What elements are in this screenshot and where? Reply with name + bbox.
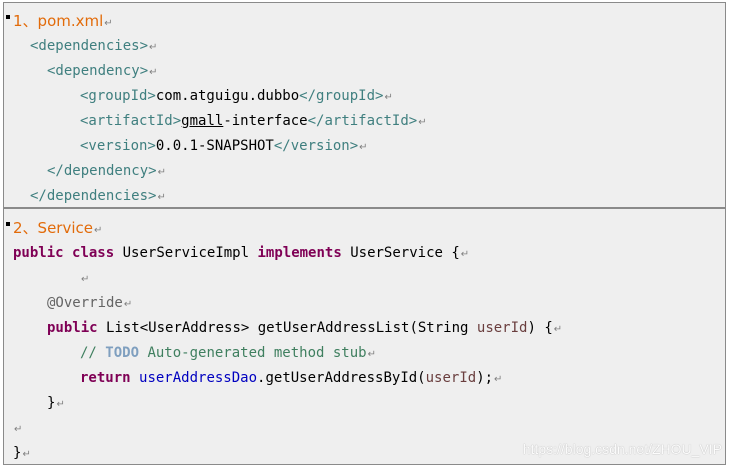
code-line-blank: ↵	[14, 424, 23, 435]
section1-title: 1、pom.xml↵	[13, 12, 113, 30]
code-line-annotation: @Override↵	[47, 295, 133, 311]
xml-line-dependency-close: </dependency>↵	[47, 163, 166, 179]
xml-line-dependencies-open: <dependencies>↵	[30, 38, 158, 54]
bullet-marker	[6, 15, 10, 19]
code-line-close-class: }↵	[13, 445, 31, 461]
xml-line-version: <version>0.0.1-SNAPSHOT</version>↵	[80, 138, 368, 154]
xml-line-dependency-open: <dependency>↵	[47, 63, 158, 79]
xml-line-artifactid: <artifactId>gmall-interface</artifactId>…	[80, 113, 427, 129]
xml-line-groupid: <groupId>com.atguigu.dubbo</groupId>↵	[80, 88, 393, 104]
code-line-close-method: }↵	[47, 395, 65, 411]
code-line-blank: ↵	[81, 274, 90, 285]
section2-title: 2、Service↵	[13, 219, 103, 237]
xml-line-dependencies-close: </dependencies>↵	[30, 188, 166, 204]
code-line-comment: // TODO Auto-generated method stub↵	[80, 345, 376, 361]
code-line-method-sig: public List<UserAddress> getUserAddressL…	[47, 320, 563, 336]
code-line-class-decl: public class UserServiceImpl implements …	[13, 245, 470, 261]
bullet-marker	[6, 222, 10, 226]
code-line-return: return userAddressDao.getUserAddressById…	[80, 370, 503, 386]
watermark: https://blog.csdn.net/ZHOU_VIP	[522, 441, 722, 457]
